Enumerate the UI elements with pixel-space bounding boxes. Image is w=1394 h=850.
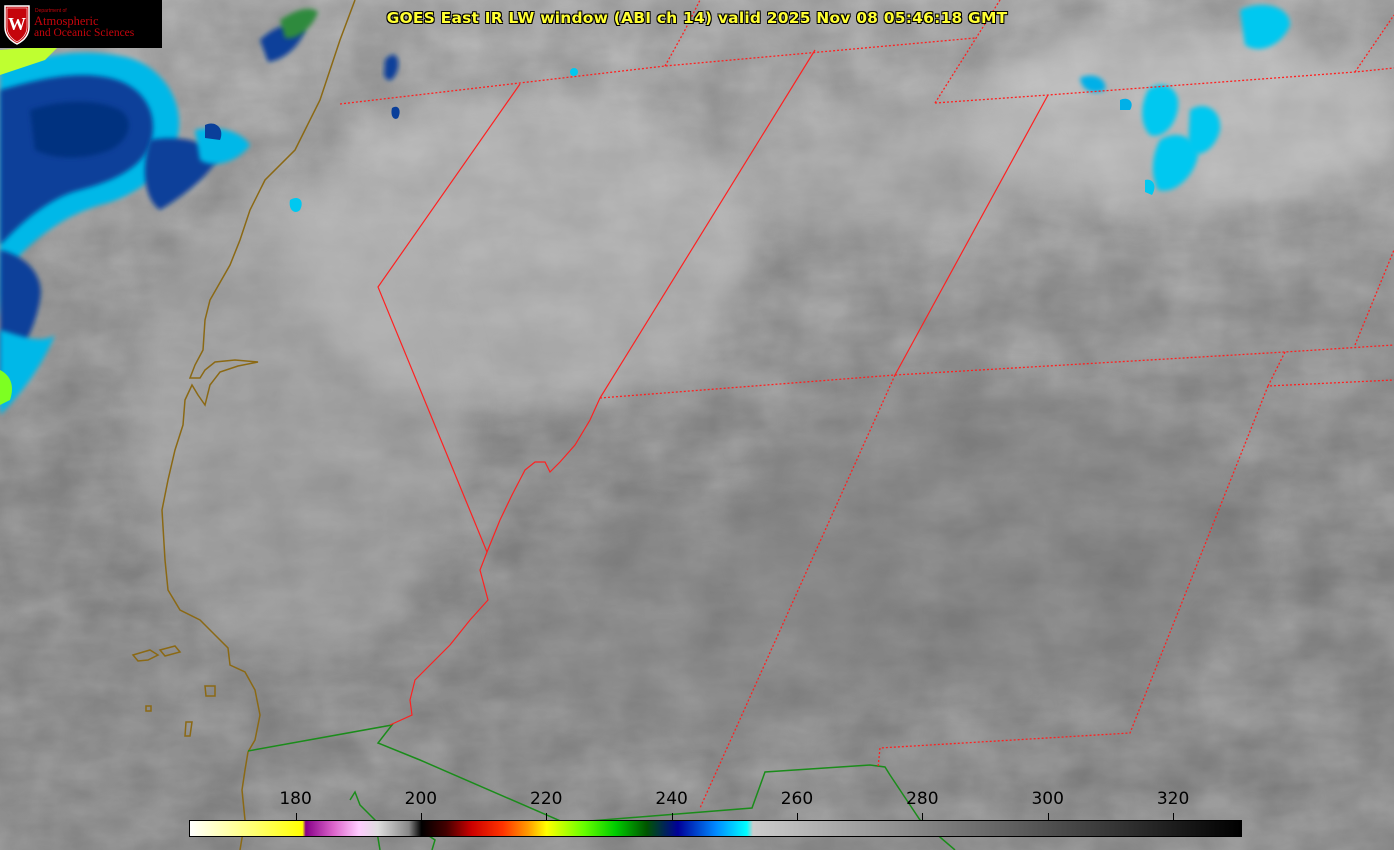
colorbar-tick-mark [546,813,548,820]
satellite-map [0,0,1394,850]
colorbar-tick-label: 200 [404,789,438,809]
colorbar-tick-mark [1173,813,1175,820]
logo-title-line2: and Oceanic Sciences [34,27,135,39]
aos-logo: W Department of Atmospheric and Oceanic … [0,0,162,48]
logo-shield-letter: W [8,14,26,34]
colorbar-tick-mark [922,813,924,820]
colorbar-tick-label: 180 [279,789,312,809]
colorbar-legend [189,820,1242,837]
uw-crest-icon: W [4,5,30,45]
colorbar-tick-mark [796,813,798,820]
colorbar-tick-mark [1047,813,1049,820]
colorbar-tick-mark [295,813,297,820]
colorbar-tick-label: 240 [655,789,688,809]
colorbar-tick-label: 300 [1031,789,1064,809]
colorbar-tick-mark [671,813,673,820]
colorbar-tick-label: 260 [780,789,814,809]
colorbar-tick-label: 320 [1156,789,1190,809]
colorbar-tick-mark [420,813,422,820]
colorbar-tick-label: 280 [906,789,939,809]
satellite-image-viewport: W Department of Atmospheric and Oceanic … [0,0,1394,850]
colorbar-gradient [189,820,1242,837]
colorbar-tick-label: 220 [530,789,563,809]
